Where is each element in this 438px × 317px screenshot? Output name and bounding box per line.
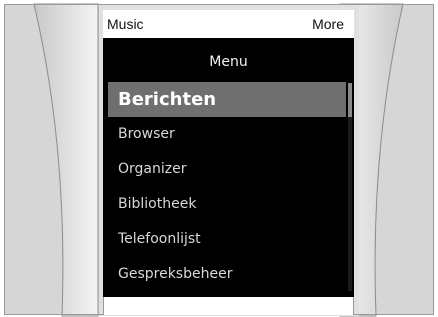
- scrollbar-thumb[interactable]: [348, 83, 352, 117]
- screen-bottom-strip: [103, 297, 354, 315]
- menu-item-bibliotheek[interactable]: Bibliotheek: [108, 187, 346, 222]
- menu-item-browser[interactable]: Browser: [108, 117, 346, 152]
- softkey-music[interactable]: Music: [107, 16, 144, 32]
- menu-scrollbar[interactable]: [348, 83, 352, 291]
- menu-item-berichten[interactable]: Berichten: [108, 82, 346, 117]
- menu-list: Berichten Browser Organizer Bibliotheek …: [108, 82, 346, 292]
- menu-item-telefoonlijst[interactable]: Telefoonlijst: [108, 222, 346, 257]
- menu-item-gespreksbeheer[interactable]: Gespreksbeheer: [108, 257, 346, 292]
- menu-title: Menu: [209, 54, 248, 70]
- phone-screen: Music More Menu Berichten Browser Organi…: [103, 10, 354, 297]
- menu-item-organizer[interactable]: Organizer: [108, 152, 346, 187]
- softkey-more[interactable]: More: [312, 16, 344, 32]
- softkey-bar: Music More: [103, 10, 354, 38]
